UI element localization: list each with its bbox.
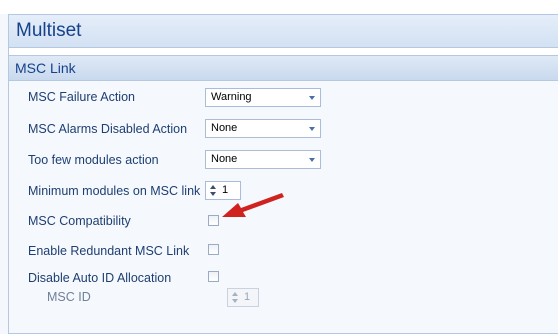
- spinner-arrows-icon[interactable]: [209, 184, 218, 198]
- spin-down-icon: [232, 299, 238, 303]
- top-strip: [0, 0, 558, 14]
- spin-down-icon[interactable]: [210, 192, 216, 196]
- chevron-down-icon: [309, 96, 315, 100]
- msc-failure-action-label: MSC Failure Action: [28, 90, 135, 104]
- panel-title: Multiset: [16, 20, 82, 41]
- msc-failure-action-value: Warning: [211, 91, 252, 103]
- msc-id-label: MSC ID: [47, 290, 91, 304]
- msc-alarms-disabled-action-select[interactable]: None: [205, 119, 321, 138]
- section-title: MSC Link: [15, 60, 76, 76]
- msc-id-spinner: 1: [227, 288, 259, 307]
- red-arrow-icon: [222, 193, 284, 217]
- msc-alarms-disabled-action-value: None: [211, 122, 238, 134]
- chevron-down-icon: [309, 158, 315, 162]
- too-few-modules-action-value: None: [211, 153, 238, 165]
- msc-alarms-disabled-action-label: MSC Alarms Disabled Action: [28, 122, 188, 136]
- spin-up-icon[interactable]: [210, 185, 216, 189]
- msc-id-value: 1: [244, 291, 251, 303]
- spin-up-icon: [232, 292, 238, 296]
- section-header-msc-link[interactable]: MSC Link: [9, 55, 558, 81]
- chevron-down-icon: [309, 127, 315, 131]
- msc-failure-action-select[interactable]: Warning: [205, 88, 321, 107]
- too-few-modules-action-label: Too few modules action: [28, 153, 159, 167]
- arrow-shape: [222, 193, 284, 217]
- disable-auto-id-allocation-checkbox[interactable]: [208, 271, 219, 282]
- msc-compatibility-label: MSC Compatibility: [28, 214, 131, 228]
- minimum-modules-label: Minimum modules on MSC link: [28, 184, 201, 198]
- title-bar: Multiset: [9, 15, 558, 48]
- too-few-modules-action-select[interactable]: None: [205, 150, 321, 169]
- multiset-panel: Multiset MSC Link MSC Failure Action War…: [8, 14, 558, 334]
- msc-compatibility-checkbox[interactable]: [208, 215, 219, 226]
- disable-auto-id-allocation-label: Disable Auto ID Allocation: [28, 271, 172, 285]
- enable-redundant-msc-link-checkbox[interactable]: [208, 244, 219, 255]
- spinner-arrows-icon: [231, 291, 240, 305]
- enable-redundant-msc-link-label: Enable Redundant MSC Link: [28, 244, 190, 258]
